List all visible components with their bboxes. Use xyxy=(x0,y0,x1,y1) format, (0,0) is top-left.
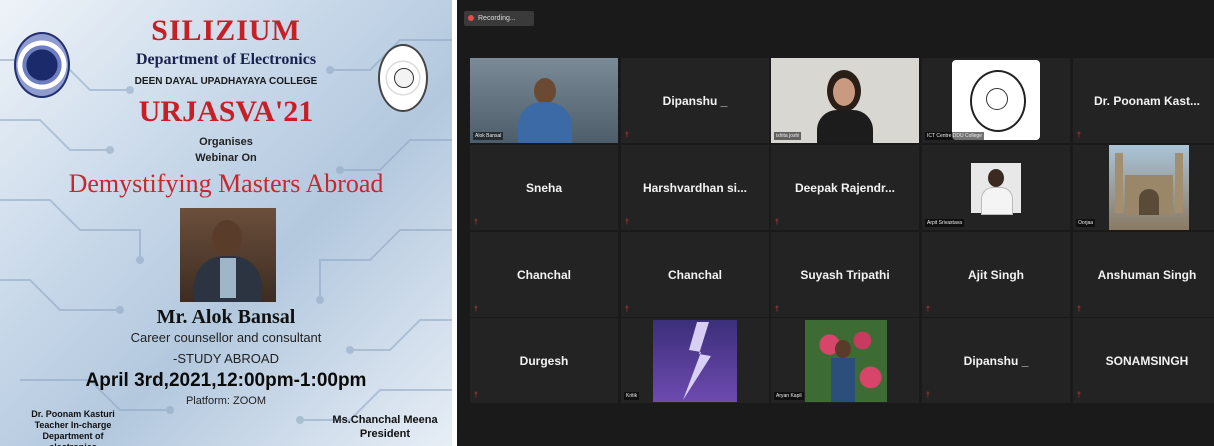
participant-tile[interactable]: Dipanshu _ † xyxy=(621,58,769,143)
participant-name: SONAMSINGH xyxy=(1105,353,1189,368)
participant-name: Anshuman Singh xyxy=(1097,267,1197,282)
participant-video xyxy=(771,58,919,143)
president-title: President xyxy=(359,428,411,440)
poster-topic: Demystifying Masters Abroad xyxy=(68,169,384,198)
participant-tile[interactable]: Ajit Singh † xyxy=(922,232,1070,317)
muted-mic-icon: † xyxy=(474,392,478,399)
participant-tile[interactable]: Suyash Tripathi † xyxy=(771,232,919,317)
poster-webinar-on: Webinar On xyxy=(195,152,257,164)
participant-tile[interactable]: Chanchal † xyxy=(470,232,618,317)
muted-mic-icon: † xyxy=(1077,132,1081,139)
event-platform: Platform: ZOOM xyxy=(185,395,267,407)
participant-photo xyxy=(1109,145,1189,230)
teacher-department: Department of electronics xyxy=(42,431,104,446)
participant-label: Oorjaa xyxy=(1076,219,1096,227)
participant-tile[interactable]: Deepak Rajendr... † xyxy=(771,145,919,230)
muted-mic-icon: † xyxy=(625,132,629,139)
participant-name: Chanchal xyxy=(667,267,722,282)
participant-label: ishita joshi xyxy=(774,132,802,140)
recording-label: Recording... xyxy=(478,15,516,22)
participant-name: Harshvardhan si... xyxy=(642,180,748,195)
participant-name: Deepak Rajendr... xyxy=(794,180,896,195)
participant-label: Alok Bansal xyxy=(473,132,504,140)
participant-name: Chanchal xyxy=(516,267,571,282)
president-name: Ms.Chanchal Meena xyxy=(332,414,438,426)
muted-mic-icon: † xyxy=(775,306,779,313)
participant-name: Dr. Poonam Kast... xyxy=(1093,93,1201,108)
participant-tile[interactable]: Anshuman Singh † xyxy=(1073,232,1214,317)
participant-tile[interactable]: Alok Bansal xyxy=(470,58,618,143)
muted-mic-icon: † xyxy=(1077,306,1081,313)
participant-tile[interactable]: Dipanshu _ † xyxy=(922,318,1070,403)
muted-mic-icon: † xyxy=(625,306,629,313)
participant-name: Durgesh xyxy=(519,353,569,368)
participant-label: Arpit Srivastava xyxy=(925,219,965,227)
participant-name: Suyash Tripathi xyxy=(800,267,890,282)
speaker-role: Career counsellor and consultant xyxy=(130,330,322,345)
webinar-poster: SILIZIUM Department of Electronics DEEN … xyxy=(0,0,452,446)
participant-tile[interactable]: Chanchal † xyxy=(621,232,769,317)
poster-department: Department of Electronics xyxy=(135,51,317,68)
teacher-name: Dr. Poonam Kasturi xyxy=(31,409,115,419)
participant-label: ICT Centre DDU College xyxy=(925,132,984,140)
participant-tile[interactable]: Oorjaa xyxy=(1073,145,1214,230)
participant-tile[interactable]: Kritik xyxy=(621,318,769,403)
teacher-incharge-signature: Dr. Poonam Kasturi Teacher In-charge Dep… xyxy=(18,409,128,446)
participant-tile[interactable]: Sneha † xyxy=(470,145,618,230)
zoom-gallery-view: Recording... Alok Bansal Dipanshu _ † ishit… xyxy=(457,0,1214,446)
participant-tile[interactable]: Durgesh † xyxy=(470,318,618,403)
poster-event-name: URJASVA'21 xyxy=(138,95,314,128)
president-signature: Ms.Chanchal Meena President xyxy=(330,413,440,441)
muted-mic-icon: † xyxy=(474,306,478,313)
participant-label: Kritik xyxy=(624,392,640,400)
poster-organises: Organises xyxy=(199,136,253,148)
participant-tile[interactable]: SONAMSINGH † xyxy=(1073,318,1214,403)
poster-college: DEEN DAYAL UPADHAYAYA COLLEGE xyxy=(134,76,318,87)
participant-photo xyxy=(653,320,737,402)
muted-mic-icon: † xyxy=(474,219,478,226)
muted-mic-icon: † xyxy=(625,219,629,226)
poster-brand: SILIZIUM xyxy=(151,14,301,47)
muted-mic-icon: † xyxy=(1077,392,1081,399)
muted-mic-icon: † xyxy=(775,219,779,226)
participant-video xyxy=(952,60,1040,140)
participant-video xyxy=(470,58,618,143)
participant-name: Sneha xyxy=(525,180,562,195)
participant-label: Aryan Kapil xyxy=(774,392,804,400)
teacher-title: Teacher In-charge xyxy=(34,420,112,430)
participant-name: Dipanshu _ xyxy=(963,353,1029,368)
event-date-time: April 3rd,2021,12:00pm-1:00pm xyxy=(85,370,367,391)
participant-tile[interactable]: Harshvardhan si... † xyxy=(621,145,769,230)
participant-tile[interactable]: Arpit Srivastava xyxy=(922,145,1070,230)
recording-indicator[interactable]: Recording... xyxy=(464,11,534,26)
speaker-subtitle: -STUDY ABROAD xyxy=(173,351,279,366)
record-icon xyxy=(468,15,474,21)
participant-tile[interactable]: Aryan Kapil xyxy=(771,318,919,403)
muted-mic-icon: † xyxy=(926,392,930,399)
muted-mic-icon: † xyxy=(926,306,930,313)
participant-name: Ajit Singh xyxy=(968,267,1024,282)
participant-name: Dipanshu _ xyxy=(662,93,728,108)
participant-tile[interactable]: ICT Centre DDU College xyxy=(922,58,1070,143)
speaker-name: Mr. Alok Bansal xyxy=(156,306,296,328)
participant-photo xyxy=(971,163,1021,215)
participant-photo xyxy=(805,320,887,402)
participant-tile[interactable]: Dr. Poonam Kast... † xyxy=(1073,58,1214,143)
speaker-photo xyxy=(180,208,276,302)
participant-tile[interactable]: ishita joshi xyxy=(771,58,919,143)
